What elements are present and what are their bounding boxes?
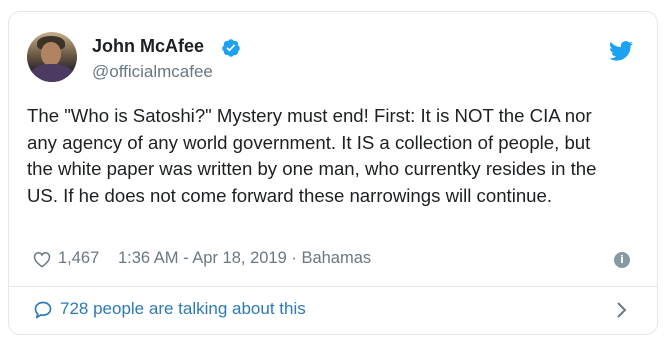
speech-bubble-icon[interactable] [33,300,53,320]
author-name[interactable]: John McAfee [92,36,204,57]
heart-icon[interactable] [33,251,51,268]
avatar-face [41,42,61,66]
author-handle[interactable]: @officialmcafee [92,62,213,82]
info-icon[interactable]: i [614,252,630,268]
conversation-link[interactable]: 728 people are talking about this [60,299,306,319]
avatar-body [31,64,73,82]
chevron-right-icon[interactable] [615,301,627,319]
footer-divider [9,286,657,287]
tweet-timestamp[interactable]: 1:36 AM - Apr 18, 2019 · Bahamas [118,249,371,268]
tweet-text: The "Who is Satoshi?" Mystery must end! … [27,105,597,206]
verified-badge-icon [222,39,240,57]
avatar[interactable] [27,32,77,82]
twitter-bird-icon[interactable] [609,41,633,61]
like-count[interactable]: 1,467 [58,249,99,268]
